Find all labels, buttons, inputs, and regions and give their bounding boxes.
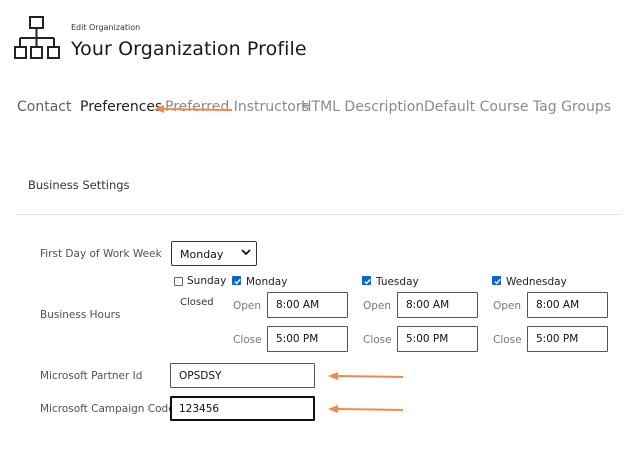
wednesday-close-label: Close [493,334,522,346]
chevron-down-icon [241,249,251,256]
monday-checkbox[interactable] [232,276,241,285]
tab-contact[interactable]: Contact [17,99,71,115]
monday-open-time[interactable]: 8:00 AM [267,292,348,318]
tab-html-description[interactable]: HTML Description [301,99,424,115]
first-day-label: First Day of Work Week [40,248,162,260]
page-title: Your Organization Profile [71,38,307,60]
monday-open-label: Open [233,300,262,312]
campaign-code-input[interactable]: 123456 [170,396,315,421]
annotation-arrow-partner-id [328,372,404,380]
tab-preferences[interactable]: Preferences [80,99,162,115]
monday-close-time[interactable]: 5:00 PM [267,326,348,352]
org-chart-icon [14,16,60,59]
tab-default-course-tag-groups[interactable]: Default Course Tag Groups [424,99,611,115]
sunday-label: Sunday [187,275,227,287]
first-day-value: Monday [180,248,224,261]
section-title: Business Settings [28,178,130,192]
tuesday-open-label: Open [363,300,392,312]
partner-id-input[interactable]: OPSDSY [170,363,315,388]
business-hours-label: Business Hours [40,309,121,321]
tuesday-close-label: Close [363,334,392,346]
wednesday-close-time[interactable]: 5:00 PM [527,326,608,352]
wednesday-open-label: Open [493,300,522,312]
annotation-arrow-preferences [154,105,233,113]
checkmark-icon [364,278,371,285]
tuesday-close-time[interactable]: 5:00 PM [397,326,478,352]
wednesday-open-time[interactable]: 8:00 AM [527,292,608,318]
wednesday-checkbox[interactable] [492,276,501,285]
campaign-code-label: Microsoft Campaign Code [40,403,175,415]
header-eyebrow: Edit Organization [71,23,141,32]
checkmark-icon [494,278,501,285]
sunday-closed-text: Closed [180,297,214,308]
monday-label: Monday [246,276,288,288]
section-divider [16,214,621,215]
tuesday-open-time[interactable]: 8:00 AM [397,292,478,318]
checkmark-icon [234,278,241,285]
tuesday-label: Tuesday [376,276,419,288]
partner-id-label: Microsoft Partner Id [40,370,143,382]
tuesday-checkbox[interactable] [362,276,371,285]
first-day-select[interactable]: Monday [171,241,257,266]
wednesday-label: Wednesday [506,276,567,288]
sunday-checkbox[interactable] [174,277,183,286]
annotation-arrow-campaign-code [328,405,404,413]
monday-close-label: Close [233,334,262,346]
